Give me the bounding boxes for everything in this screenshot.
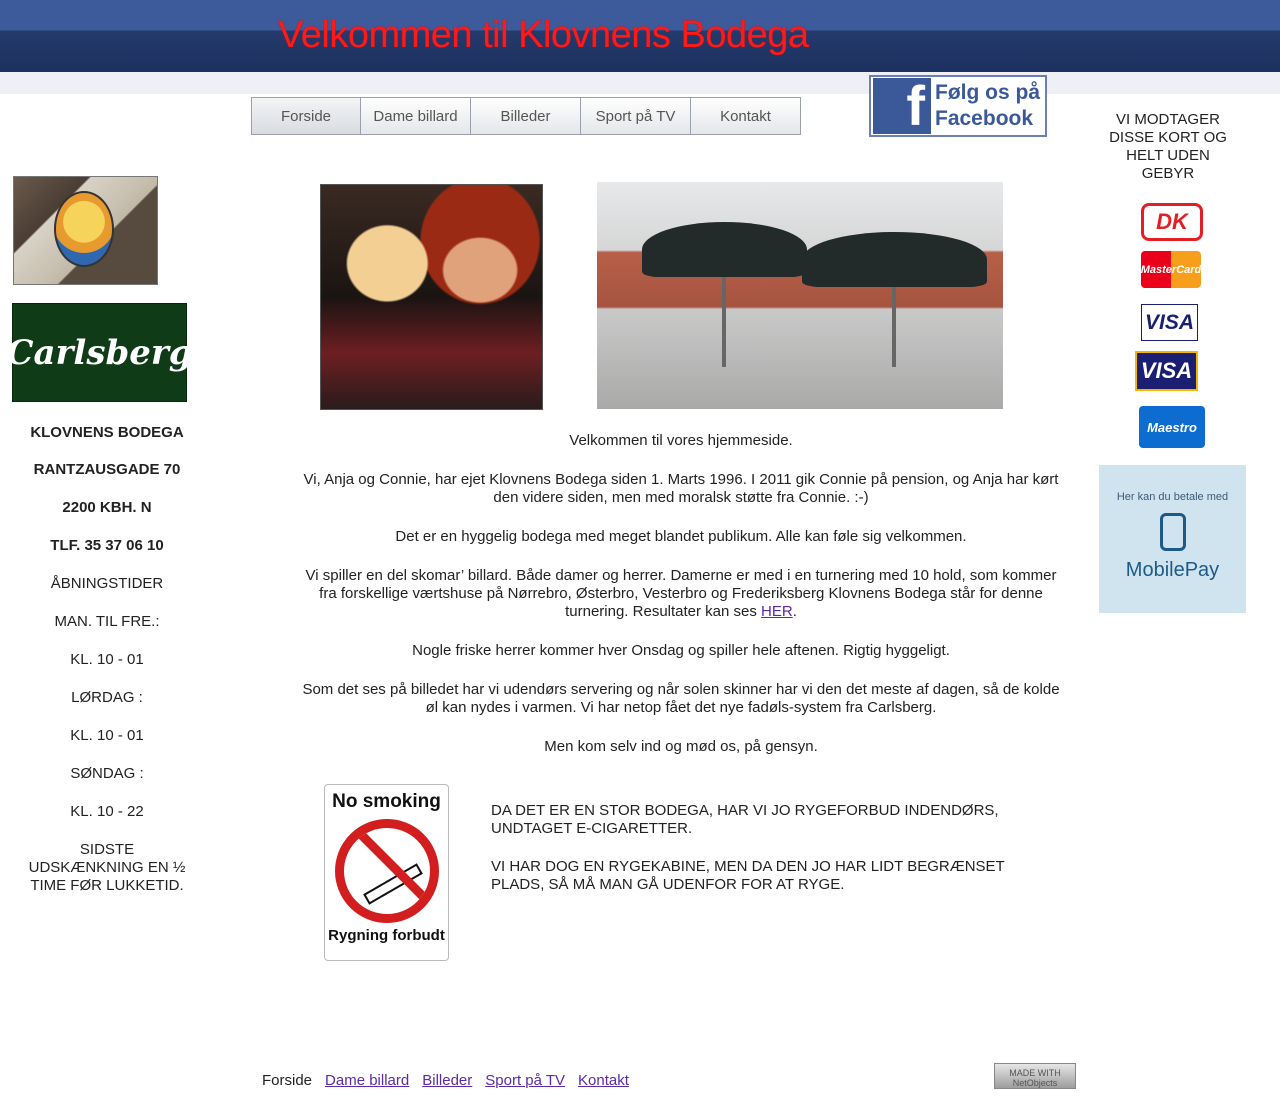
results-link[interactable]: HER [761,603,793,620]
footer-link-dame-billard[interactable]: Dame billard [325,1072,409,1089]
nav-tab-billeder[interactable]: Billeder [471,97,581,135]
no-smoking-title: No smoking [332,791,441,812]
main-content: Velkommen til vores hjemmeside. Vi, Anja… [296,432,1066,777]
facebook-icon: f [873,74,931,137]
netobjects-badge[interactable]: MADE WITH NetObjects [994,1063,1076,1089]
mobilepay-badge: Her kan du betale med MobilePay [1099,465,1246,613]
nav-tab-forside[interactable]: Forside [251,97,361,135]
weekday-hours: KL. 10 - 01 [70,651,144,668]
footer-link-kontakt[interactable]: Kontakt [578,1072,629,1089]
main-nav: Forside Dame billard Billeder Sport på T… [251,97,801,135]
mobilepay-name: MobilePay [1125,559,1220,581]
umbrella-pole [722,277,726,367]
closing-paragraph: Men kom selv ind og mød os, på gensyn. [544,738,818,755]
nav-tab-sport-pa-tv[interactable]: Sport på TV [581,97,691,135]
welcome-text: Velkommen til vores hjemmeside. [569,432,793,449]
sunday-hours: KL. 10 - 22 [70,803,144,820]
contact-info: KLOVNENS BODEGA RANTZAUSGADE 70 2200 KBH… [12,424,202,895]
sunday-label: SØNDAG : [70,765,144,782]
intro-paragraph: Vi, Anja og Connie, har ejet Klovnens Bo… [303,471,1059,506]
visa-electron-icon: VISA [1135,351,1198,391]
phone-icon [1159,513,1186,551]
nav-tab-dame-billard[interactable]: Dame billard [361,97,471,135]
visa-icon: VISA [1141,304,1198,341]
umbrella-shape [802,232,987,287]
smoking-text-2: VI HAR DOG EN RYGEKABINE, MEN DA DEN JO … [491,858,1005,893]
terrace-paragraph: Som det ses på billedet har vi udendørs … [302,681,1060,716]
weekday-label: MAN. TIL FRE.: [54,613,160,630]
hours-title: ÅBNINGSTIDER [50,575,164,592]
site-title: Velkommen til Klovnens Bodega [278,14,809,56]
facebook-label: Følg os på Facebook [935,81,1040,130]
footer-link-sport-pa-tv[interactable]: Sport på TV [485,1072,565,1089]
saturday-hours: KL. 10 - 01 [70,727,144,744]
cards-title: VI MODTAGER DISSE KORT OG HELT UDEN GEBY… [1109,111,1227,182]
terrace-photo [597,182,1003,409]
saturday-label: LØRDAG : [71,689,143,706]
owners-photo [320,184,543,410]
address: RANTZAUSGADE 70 [33,461,181,478]
carlsberg-logo[interactable]: Carlsberg [6,303,193,402]
umbrella-shape [642,222,807,277]
clown-face [54,191,114,267]
maestro-icon: Maestro [1139,406,1205,448]
mobilepay-caption: Her kan du betale med [1116,491,1229,503]
header-banner: Velkommen til Klovnens Bodega [0,0,1280,72]
no-smoking-icon [334,819,439,923]
wednesday-paragraph: Nogle friske herrer kommer hver Onsdag o… [412,642,950,659]
header-strip [0,72,1280,94]
no-smoking-subtitle: Rygning forbudt [328,927,445,944]
last-call-note: SIDSTE UDSKÆNKNING EN ½ TIME FØR LUKKETI… [28,841,186,894]
footer-nav: Forside Dame billard Billeder Sport på T… [262,1072,629,1089]
business-name: KLOVNENS BODEGA [30,424,184,441]
billiards-paragraph: Vi spiller en del skomar’ billard. Både … [305,567,1057,620]
no-smoking-sign: No smoking Rygning forbudt [324,784,449,961]
footer-current-page: Forside [262,1072,313,1089]
atmosphere-paragraph: Det er en hyggelig bodega med meget blan… [395,528,967,545]
nav-tab-kontakt[interactable]: Kontakt [691,97,801,135]
footer-link-billeder[interactable]: Billeder [422,1072,472,1089]
mastercard-icon: MasterCard [1141,251,1201,288]
smoking-text-1: DA DET ER EN STOR BODEGA, HAR VI JO RYGE… [491,802,999,837]
city: 2200 KBH. N [62,499,152,516]
facebook-button[interactable]: f Følg os på Facebook [869,74,1047,137]
dankort-icon: DK [1141,203,1203,241]
phone: TLF. 35 37 06 10 [50,537,164,554]
umbrella-pole [892,287,896,367]
smoking-policy: DA DET ER EN STOR BODEGA, HAR VI JO RYGE… [491,802,1011,914]
clown-logo-image [13,176,158,285]
